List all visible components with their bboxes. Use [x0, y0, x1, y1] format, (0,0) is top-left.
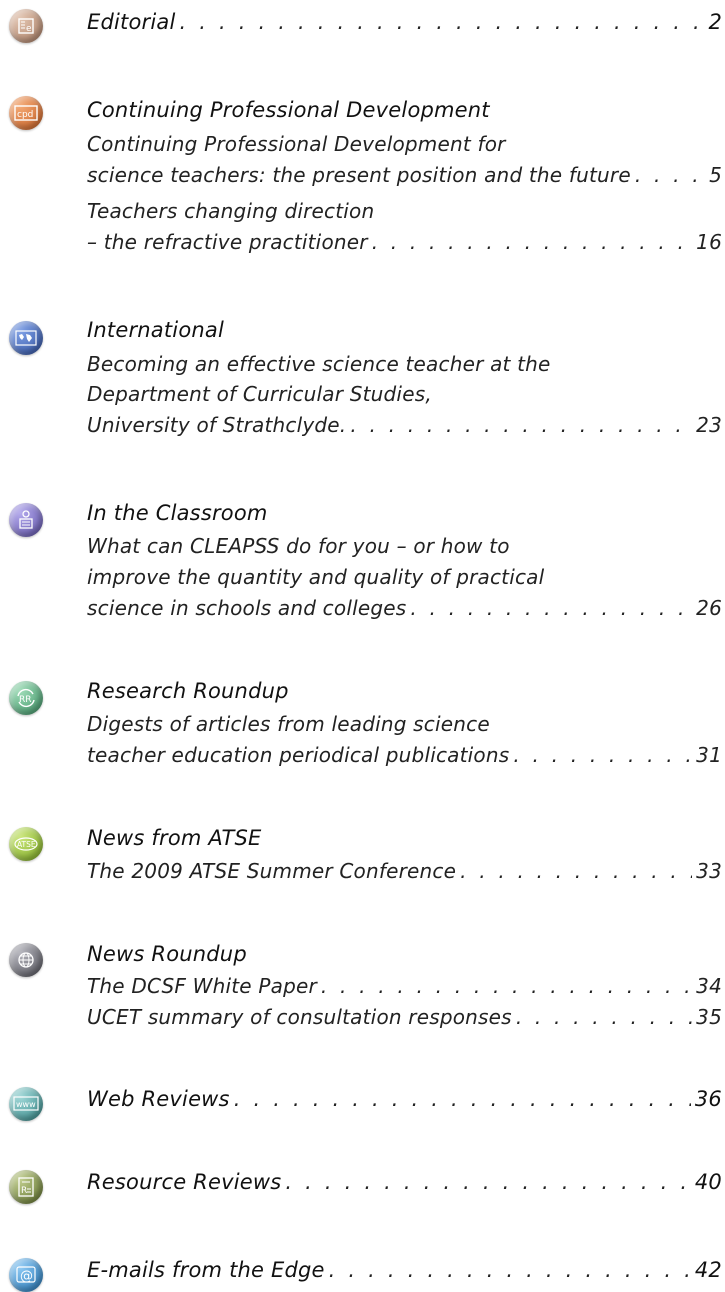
- section-title: News from ATSE: [87, 826, 262, 850]
- entry-text: Continuing Professional Development for: [87, 132, 506, 156]
- entry-title: E-mails from the Edge: [87, 1258, 325, 1282]
- page-number: 23: [696, 413, 722, 437]
- leader-dots: [460, 859, 692, 883]
- toc-entry-email[interactable]: E-mails from the Edge 42: [87, 1258, 722, 1288]
- section-title: Continuing Professional Development: [87, 98, 490, 122]
- toc-entry-line: improve the quantity and quality of prac…: [87, 565, 722, 595]
- section-heading-atse: News from ATSE: [87, 826, 722, 856]
- entry-text: teacher education periodical publication…: [87, 743, 510, 767]
- page-number: 36: [694, 1087, 722, 1111]
- toc-entry-editorial[interactable]: Editorial 2: [87, 10, 722, 40]
- section-heading-news: News Roundup: [87, 942, 722, 972]
- section-title: Research Roundup: [87, 679, 289, 703]
- leader-dots: [635, 163, 705, 187]
- leader-dots: [285, 1170, 690, 1194]
- toc-entry-research[interactable]: teacher education periodical publication…: [87, 743, 722, 773]
- section-heading-classroom: In the Classroom: [87, 501, 722, 531]
- page-number: 42: [694, 1258, 722, 1282]
- entry-text: improve the quantity and quality of prac…: [87, 565, 545, 589]
- toc-entry-cpd-1[interactable]: science teachers: the present position a…: [87, 163, 722, 193]
- entry-text: Department of Curricular Studies,: [87, 382, 432, 406]
- rr-cycle-icon: RR: [9, 681, 43, 715]
- page-number: 26: [696, 596, 722, 620]
- leader-dots: [372, 230, 692, 254]
- leader-dots: [350, 413, 692, 437]
- toc-entry-news-2[interactable]: UCET summary of consultation responses 3…: [87, 1005, 722, 1035]
- entry-text: science teachers: the present position a…: [87, 163, 631, 187]
- cpd-badge-icon: cpd: [9, 96, 43, 130]
- svg-text:e: e: [26, 24, 32, 34]
- toc-entry-cpd-2[interactable]: – the refractive practitioner 16: [87, 230, 722, 260]
- section-title: In the Classroom: [87, 501, 268, 525]
- entry-text: University of Strathclyde.: [87, 413, 347, 437]
- entry-text: – the refractive practitioner: [87, 230, 368, 254]
- entry-text: The DCSF White Paper: [87, 974, 317, 998]
- toc-entry-classroom[interactable]: science in schools and colleges 26: [87, 596, 722, 626]
- entry-text: Becoming an effective science teacher at…: [87, 352, 551, 376]
- svg-text:RR: RR: [19, 695, 32, 705]
- leader-dots: [513, 743, 692, 767]
- section-heading-cpd: Continuing Professional Development: [87, 98, 722, 128]
- leader-dots: [410, 596, 692, 620]
- page-number: 2: [708, 10, 722, 34]
- svg-text:www: www: [16, 1100, 36, 1109]
- leader-dots: [329, 1258, 691, 1282]
- leader-dots: [234, 1087, 691, 1111]
- page-number: 31: [696, 743, 722, 767]
- toc-entry-line: What can CLEAPSS do for you – or how to: [87, 534, 722, 564]
- document-e-icon: e: [9, 9, 43, 43]
- entry-title: Editorial: [87, 10, 176, 34]
- page-number: 40: [694, 1170, 722, 1194]
- toc-entry-line: Becoming an effective science teacher at…: [87, 352, 722, 382]
- page-number: 33: [696, 859, 722, 883]
- entry-text: Teachers changing direction: [87, 199, 375, 223]
- svg-text:ATSE: ATSE: [17, 840, 36, 849]
- world-map-icon: [9, 321, 43, 355]
- toc-entry-line: Digests of articles from leading science: [87, 712, 722, 742]
- teacher-classroom-icon: [9, 503, 43, 537]
- page-number: 5: [709, 163, 722, 187]
- resource-book-icon: R: [9, 1170, 43, 1204]
- toc-entry-atse[interactable]: The 2009 ATSE Summer Conference 33: [87, 859, 722, 889]
- entry-title: Web Reviews: [87, 1087, 230, 1111]
- svg-text:@: @: [20, 1269, 33, 1284]
- entry-title: Resource Reviews: [87, 1170, 282, 1194]
- toc-entry-news-1[interactable]: The DCSF White Paper 34: [87, 974, 722, 1004]
- leader-dots: [321, 974, 692, 998]
- toc-entry-line: Department of Curricular Studies,: [87, 382, 722, 412]
- entry-text: The 2009 ATSE Summer Conference: [87, 859, 457, 883]
- toc-entry-international[interactable]: University of Strathclyde. 23: [87, 413, 722, 443]
- globe-icon: [9, 943, 43, 977]
- atse-badge-icon: ATSE: [9, 827, 43, 861]
- svg-text:R: R: [21, 1186, 27, 1196]
- section-heading-international: International: [87, 318, 722, 348]
- page-number: 16: [696, 230, 722, 254]
- page-number: 34: [696, 974, 722, 998]
- section-heading-research: Research Roundup: [87, 679, 722, 709]
- www-icon: www: [9, 1087, 43, 1121]
- toc-entry-resource[interactable]: Resource Reviews 40: [87, 1170, 722, 1200]
- page-number: 35: [696, 1005, 722, 1029]
- leader-dots: [516, 1005, 692, 1029]
- toc-entry-line: Continuing Professional Development for: [87, 132, 722, 162]
- toc-entry-line: Teachers changing direction: [87, 199, 722, 229]
- section-title: News Roundup: [87, 942, 247, 966]
- at-sign-icon: @: [9, 1258, 43, 1292]
- entry-text: science in schools and colleges: [87, 596, 407, 620]
- section-title: International: [87, 318, 224, 342]
- leader-dots: [180, 10, 705, 34]
- entry-text: Digests of articles from leading science: [87, 712, 490, 736]
- entry-text: UCET summary of consultation responses: [87, 1005, 512, 1029]
- toc-entry-web[interactable]: Web Reviews 36: [87, 1087, 722, 1117]
- entry-text: What can CLEAPSS do for you – or how to: [87, 534, 510, 558]
- svg-text:cpd: cpd: [17, 110, 33, 120]
